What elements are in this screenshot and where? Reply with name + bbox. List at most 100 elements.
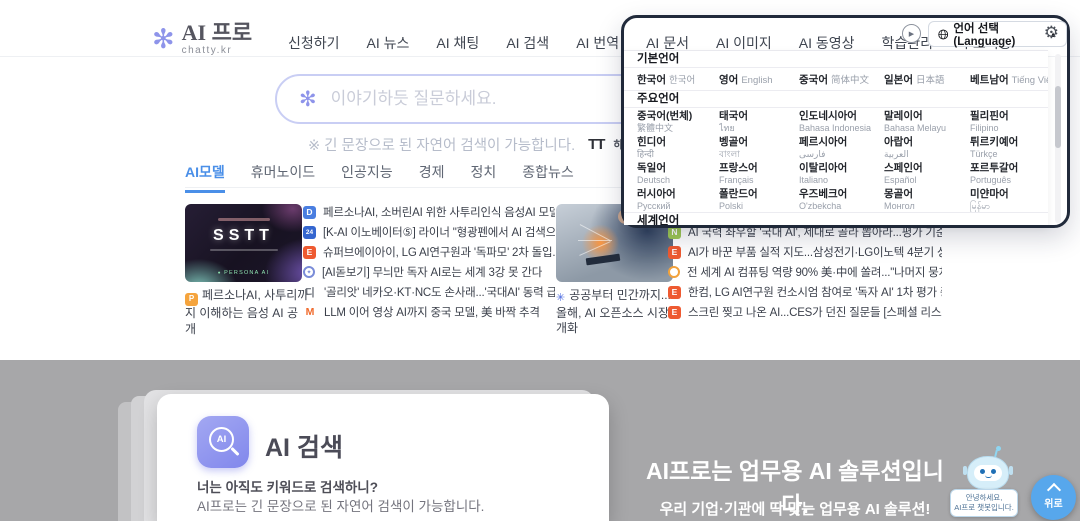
language-option[interactable]: 포르투갈어Português [970, 160, 1048, 186]
source-icon: E [668, 246, 681, 259]
language-option[interactable]: 폴란드어Polski [719, 186, 799, 212]
news-item[interactable]: E한컴, LG AI연구원 컨소시엄 참여로 '독자 AI' 1차 평가 종합.… [668, 282, 942, 302]
language-option[interactable]: 중국어(번체)繁體中文 [637, 108, 719, 134]
language-option[interactable]: 몽골어Монгол [884, 186, 970, 212]
language-name: 몽골어 [884, 188, 970, 201]
news-item[interactable]: ✦[AI돋보기] 무늬만 독자 AI로는 세계 3강 못 간다 [303, 262, 555, 282]
news-item[interactable]: 전 세계 AI 컴퓨팅 역량 90% 美·中에 쏠려..."나머지 뭉쳐야" [668, 262, 942, 282]
source-icon: M [303, 306, 317, 319]
scrollbar-track[interactable] [1055, 54, 1061, 223]
tab-AI모델[interactable]: AI모델 [185, 162, 225, 193]
news-title: AI가 바꾼 부품 실적 지도...삼성전기·LG이노텍 4분기 성적... [688, 244, 942, 260]
language-section-title: 기본언어 [624, 51, 1048, 68]
language-native-name: العربية [884, 149, 970, 160]
language-option[interactable]: 튀르키예어Türkçe [970, 134, 1048, 160]
thumb-decor [578, 240, 612, 241]
language-option[interactable]: 일본어日本語 [884, 70, 970, 88]
language-option[interactable]: 힌디어हिन्दी [637, 134, 719, 160]
gear-icon[interactable]: ⚙ [1044, 23, 1059, 43]
chatbot-bubble[interactable]: 안녕하세요, AI프로 챗봇입니다. [950, 489, 1018, 517]
nav-item[interactable]: 신청하기 [288, 33, 340, 53]
nav-item[interactable]: AI 번역 [576, 33, 619, 53]
language-option[interactable]: 러시아어Русский [637, 186, 719, 212]
language-option[interactable]: 영어English [719, 70, 799, 88]
language-section: 중국어(번체)繁體中文태국어ไทย인도네시아어Bahasa Indonesia말… [624, 108, 1048, 212]
language-option[interactable]: 중국어简体中文 [799, 70, 884, 88]
featured-caption-center[interactable]: ✳공공부터 민간까지...올해, AI 오픈소스 시장 개화 [556, 288, 680, 337]
language-native-name: Bahasa Melayu [884, 123, 970, 134]
news-title: 한컴, LG AI연구원 컨소시엄 참여로 '독자 AI' 1차 평가 종합..… [688, 284, 942, 300]
language-option[interactable]: 우즈베크어O'zbekcha [799, 186, 884, 212]
news-item[interactable]: E슈퍼브에이아이, LG AI연구원과 '독파모' 2차 돌입...피지컬... [303, 242, 555, 262]
news-item[interactable]: E스크린 찢고 나온 AI...CES가 던진 질문들 [스페셜 리스트뷰] [668, 302, 942, 322]
ai-search-icon-handle [230, 447, 239, 456]
chatbot-mascot[interactable] [958, 446, 1018, 492]
brand-logo[interactable]: ✻ AI 프로 chatty.kr [152, 22, 252, 56]
language-native-name: हिन्दी [637, 149, 719, 160]
language-name: 태국어 [719, 110, 799, 123]
tab-경제[interactable]: 경제 [419, 162, 445, 193]
language-option[interactable]: 인도네시아어Bahasa Indonesia [799, 108, 884, 134]
language-name: 러시아어 [637, 188, 719, 201]
language-native-name: မြန်မာ [970, 201, 1048, 212]
featured-caption-left[interactable]: P페르소나AI, 사투리까지 이해하는 음성 AI 공개 [185, 288, 309, 337]
brand-domain: chatty.kr [182, 45, 252, 56]
language-option[interactable]: 말레이어Bahasa Melayu [884, 108, 970, 134]
play-icon[interactable]: ▶ [902, 24, 921, 43]
language-option[interactable]: 프랑스어Français [719, 160, 799, 186]
language-name: 프랑스어 [719, 162, 799, 175]
news-title: 전 세계 AI 컴퓨팅 역량 90% 美·中에 쏠려..."나머지 뭉쳐야" [687, 264, 942, 280]
robot-eye [991, 469, 996, 474]
language-native-name: ไทย [719, 123, 799, 134]
language-native-name: فارسی [799, 149, 884, 160]
language-native-name: Türkçe [970, 149, 1048, 160]
thumb-decor [580, 224, 610, 241]
language-list-panel: 기본언어한국어한국어영어English중국어简体中文일본어日本語베트남어Tiến… [624, 50, 1048, 225]
tab-휴머노이드[interactable]: 휴머노이드 [251, 162, 315, 193]
tab-인공지능[interactable]: 인공지능 [341, 162, 393, 193]
language-native-name: Deutsch [637, 175, 719, 186]
nav-item[interactable]: AI 뉴스 [367, 33, 410, 53]
language-option[interactable]: 독일어Deutsch [637, 160, 719, 186]
nav-item[interactable]: AI 채팅 [436, 33, 479, 53]
language-option[interactable]: 스페인어Español [884, 160, 970, 186]
chatbot-bubble-line: AI프로 챗봇입니다. [953, 503, 1015, 513]
language-name: 중국어(번체) [637, 110, 719, 123]
language-name: 중국어 [799, 74, 828, 86]
feature-card-ai-search[interactable]: AI AI 검색 너는 아직도 키워드로 검색하니? AI프로는 긴 문장으로 … [157, 394, 609, 521]
language-option[interactable]: 이탈리아어Italiano [799, 160, 884, 186]
language-option[interactable]: 필리핀어Filipino [970, 108, 1048, 134]
tab-종합뉴스[interactable]: 종합뉴스 [522, 162, 574, 193]
language-name: 필리핀어 [970, 110, 1048, 123]
news-item[interactable]: E AI가 바꾼 부품 실적 지도...삼성전기·LG이노텍 4분기 성적... [668, 242, 942, 262]
caption-text: 공공부터 민간까지...올해, AI 오픈소스 시장 개화 [556, 288, 671, 335]
scrollbar-thumb[interactable] [1055, 86, 1061, 148]
nav-item[interactable]: AI 검색 [506, 33, 549, 53]
language-option[interactable]: 아랍어العربية [884, 134, 970, 160]
promo-subtitle: 우리 기업·기관에 딱 맞는 업무용 AI 솔루션! [635, 498, 955, 519]
language-option[interactable]: 페르시아어فارسی [799, 134, 884, 160]
language-option[interactable]: 한국어한국어 [637, 70, 719, 88]
news-item[interactable]: MLLM 이어 영상 AI까지 중국 모델, 美 바짝 추격 [303, 302, 555, 322]
news-item[interactable]: 24[K-AI 이노베이터⑤] 라이너 "형광펜에서 AI 검색으로 진... [303, 222, 555, 242]
thumb-decor [210, 249, 278, 251]
language-option[interactable]: 벵골어বাংলা [719, 134, 799, 160]
language-native-name: Português [970, 175, 1048, 186]
tab-정치[interactable]: 정치 [470, 162, 496, 193]
thumb-decor [579, 241, 610, 256]
news-item[interactable]: 디'골리앗' 네카오·KT·NC도 손사래...'국대AI' 동력 급랭 가능성 [303, 282, 555, 302]
text-size-icon[interactable]: TT [588, 136, 604, 153]
thumb-decor [218, 218, 270, 221]
language-native-name: Bahasa Indonesia [799, 123, 884, 134]
news-title: [AI돋보기] 무늬만 독자 AI로는 세계 3강 못 간다 [322, 264, 542, 280]
news-item[interactable]: D페르소나AI, 소버린AI 위한 사투리인식 음성AI 모델 공개 [303, 202, 555, 222]
language-native-name: English [741, 75, 772, 86]
news-title: 페르소나AI, 소버린AI 위한 사투리인식 음성AI 모델 공개 [323, 204, 555, 220]
language-option[interactable]: 베트남어Tiếng Việt [970, 70, 1048, 88]
featured-thumbnail-sstt[interactable]: SSTT PERSONA AI [185, 204, 302, 282]
language-option[interactable]: 태국어ไทย [719, 108, 799, 134]
language-native-name: Монгол [884, 201, 970, 212]
language-option[interactable]: 미얀마어မြန်မာ [970, 186, 1048, 212]
back-to-top-button[interactable]: 위로 [1031, 475, 1076, 520]
language-name: 아랍어 [884, 136, 970, 149]
